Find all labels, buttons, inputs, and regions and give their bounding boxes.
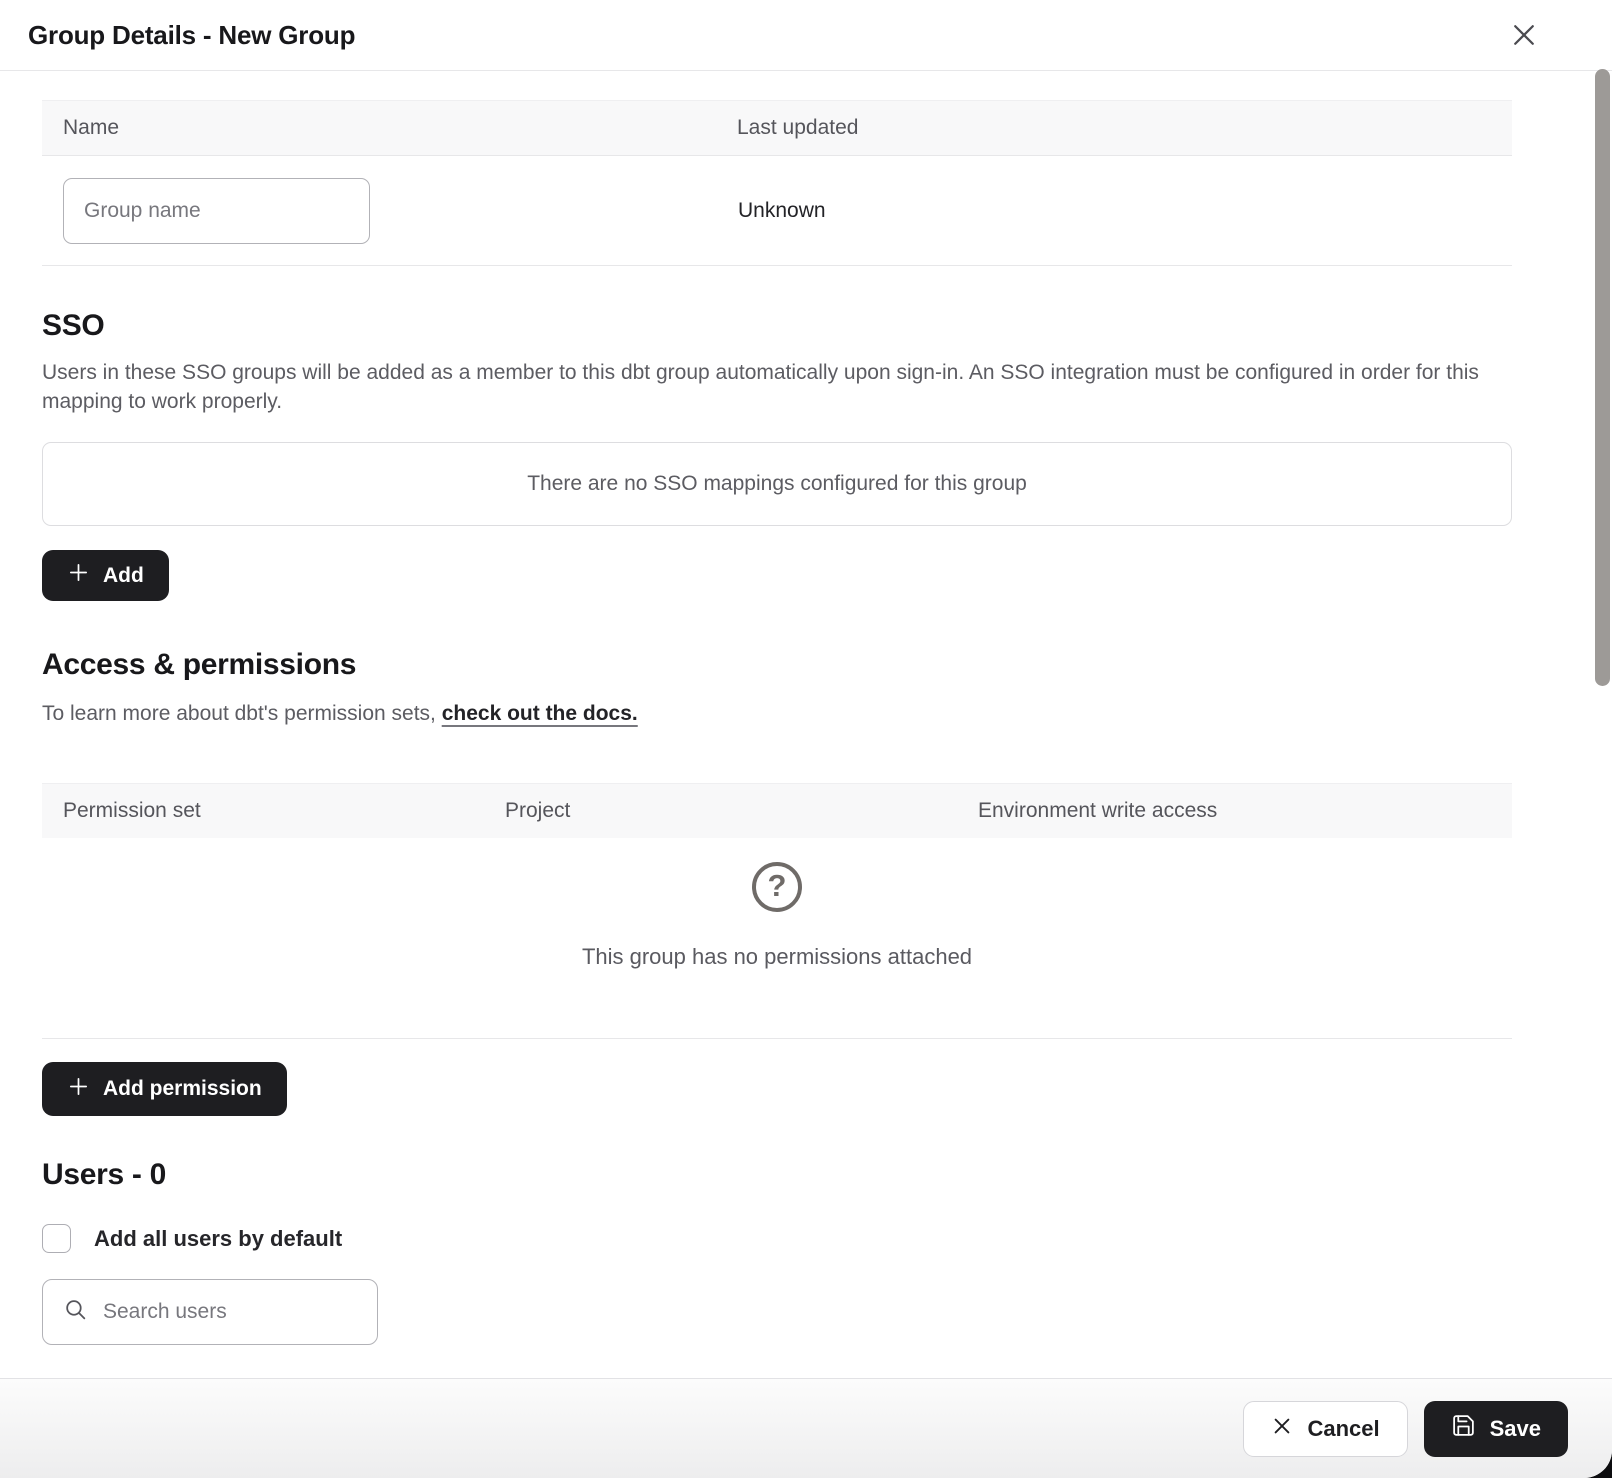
users-section: Users - 0 Add all users by default xyxy=(42,1157,1512,1345)
dialog-header: Group Details - New Group xyxy=(0,0,1612,71)
users-heading: Users - 0 xyxy=(42,1157,1512,1193)
add-all-users-label[interactable]: Add all users by default xyxy=(94,1226,342,1252)
search-users-box xyxy=(42,1279,378,1345)
add-all-users-checkbox[interactable] xyxy=(42,1224,71,1253)
docs-link[interactable]: check out the docs. xyxy=(442,702,638,725)
save-label: Save xyxy=(1490,1416,1541,1442)
sso-heading: SSO xyxy=(42,308,1512,344)
sso-section: SSO Users in these SSO groups will be ad… xyxy=(42,308,1512,601)
permissions-table-header: Permission set Project Environment write… xyxy=(42,783,1512,838)
search-users-input[interactable] xyxy=(103,1300,359,1324)
access-permissions-section: Access & permissions To learn more about… xyxy=(42,647,1512,1116)
add-permission-button[interactable]: Add permission xyxy=(42,1062,287,1116)
permissions-empty-state: ? This group has no permissions attached xyxy=(42,862,1512,970)
scrollbar-track[interactable] xyxy=(1594,72,1612,1377)
search-icon xyxy=(63,1297,88,1327)
access-permissions-heading: Access & permissions xyxy=(42,647,1512,683)
add-permission-label: Add permission xyxy=(103,1077,262,1101)
save-floppy-icon xyxy=(1451,1413,1476,1444)
sso-empty-state: There are no SSO mappings configured for… xyxy=(42,442,1512,526)
group-details-dialog: Group Details - New Group Name Last upda… xyxy=(0,0,1612,1478)
save-button[interactable]: Save xyxy=(1424,1401,1568,1457)
group-name-input[interactable] xyxy=(63,178,370,244)
plus-icon xyxy=(67,1075,90,1104)
group-name-table: Name Last updated Unknown xyxy=(42,100,1512,266)
dialog-footer: Cancel Save xyxy=(0,1378,1612,1478)
column-header-environment-write-access: Environment write access xyxy=(957,799,1512,823)
sso-empty-message: There are no SSO mappings configured for… xyxy=(527,472,1027,496)
column-header-project: Project xyxy=(484,799,957,823)
access-description-text: To learn more about dbt's permission set… xyxy=(42,702,442,725)
plus-icon xyxy=(67,561,90,590)
scrollbar-thumb[interactable] xyxy=(1595,69,1610,686)
access-permissions-description: To learn more about dbt's permission set… xyxy=(42,699,1512,728)
add-all-users-row: Add all users by default xyxy=(42,1224,1512,1253)
cancel-button[interactable]: Cancel xyxy=(1243,1401,1407,1457)
cancel-label: Cancel xyxy=(1307,1416,1379,1442)
permissions-table: Permission set Project Environment write… xyxy=(42,783,1512,1039)
column-header-last-updated: Last updated xyxy=(716,116,1512,140)
column-header-permission-set: Permission set xyxy=(42,799,484,823)
question-circle-icon: ? xyxy=(752,862,802,912)
column-header-name: Name xyxy=(42,116,716,140)
group-name-table-header: Name Last updated xyxy=(42,100,1512,156)
group-name-row: Unknown xyxy=(42,156,1512,266)
last-updated-value: Unknown xyxy=(716,199,1512,223)
sso-description: Users in these SSO groups will be added … xyxy=(42,358,1512,416)
permissions-empty-message: This group has no permissions attached xyxy=(42,944,1512,970)
dialog-title: Group Details - New Group xyxy=(28,20,355,51)
close-button[interactable] xyxy=(1508,20,1540,52)
add-sso-mapping-button[interactable]: Add xyxy=(42,550,169,601)
close-icon xyxy=(1509,20,1539,53)
permissions-divider xyxy=(42,1038,1512,1039)
add-sso-mapping-label: Add xyxy=(103,564,144,588)
cancel-x-icon xyxy=(1271,1415,1293,1443)
